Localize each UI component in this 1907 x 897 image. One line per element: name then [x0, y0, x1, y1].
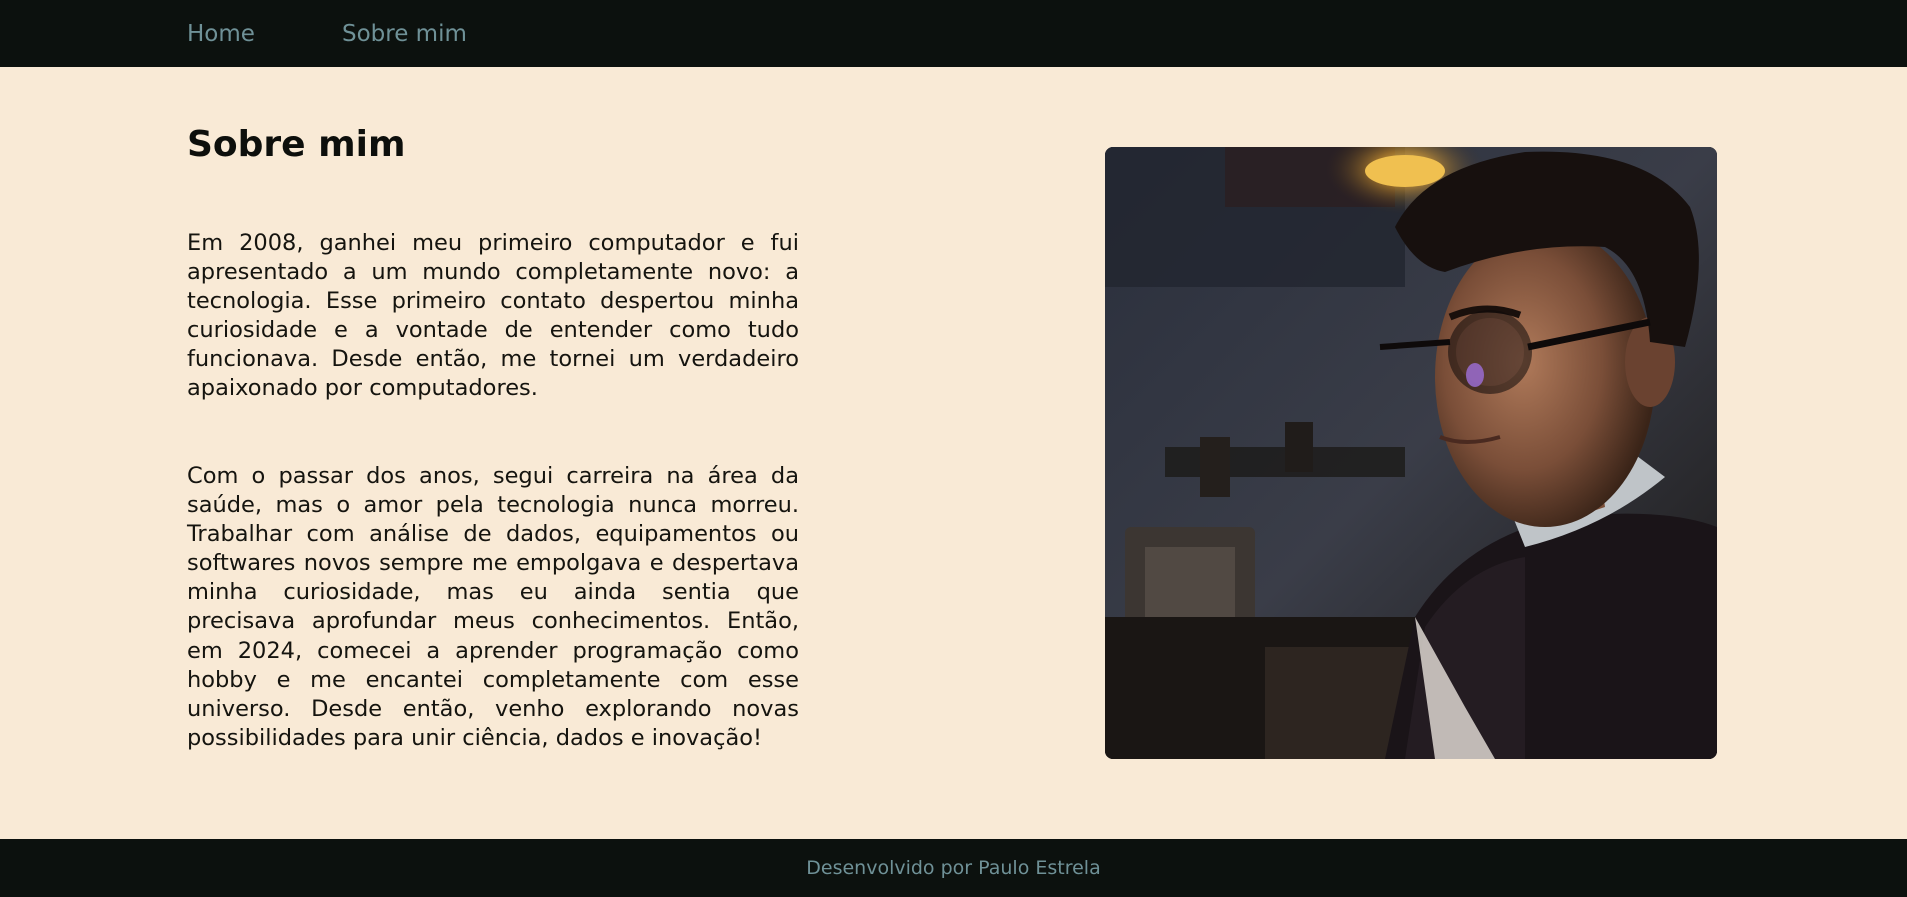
footer: Desenvolvido por Paulo Estrela — [0, 839, 1907, 897]
about-paragraph-2: Com o passar dos anos, segui carreira na… — [187, 463, 799, 751]
footer-credit: Desenvolvido por Paulo Estrela — [806, 857, 1101, 879]
nav-link-sobre-mim[interactable]: Sobre mim — [342, 20, 467, 48]
about-paragraph-1: Em 2008, ganhei meu primeiro computador … — [187, 230, 799, 402]
nav-link-home[interactable]: Home — [187, 20, 255, 48]
profile-photo — [1105, 147, 1717, 759]
page-title: Sobre mim — [187, 124, 406, 165]
top-navbar: Home Sobre mim — [0, 0, 1907, 67]
profile-photo-illustration — [1105, 147, 1717, 759]
